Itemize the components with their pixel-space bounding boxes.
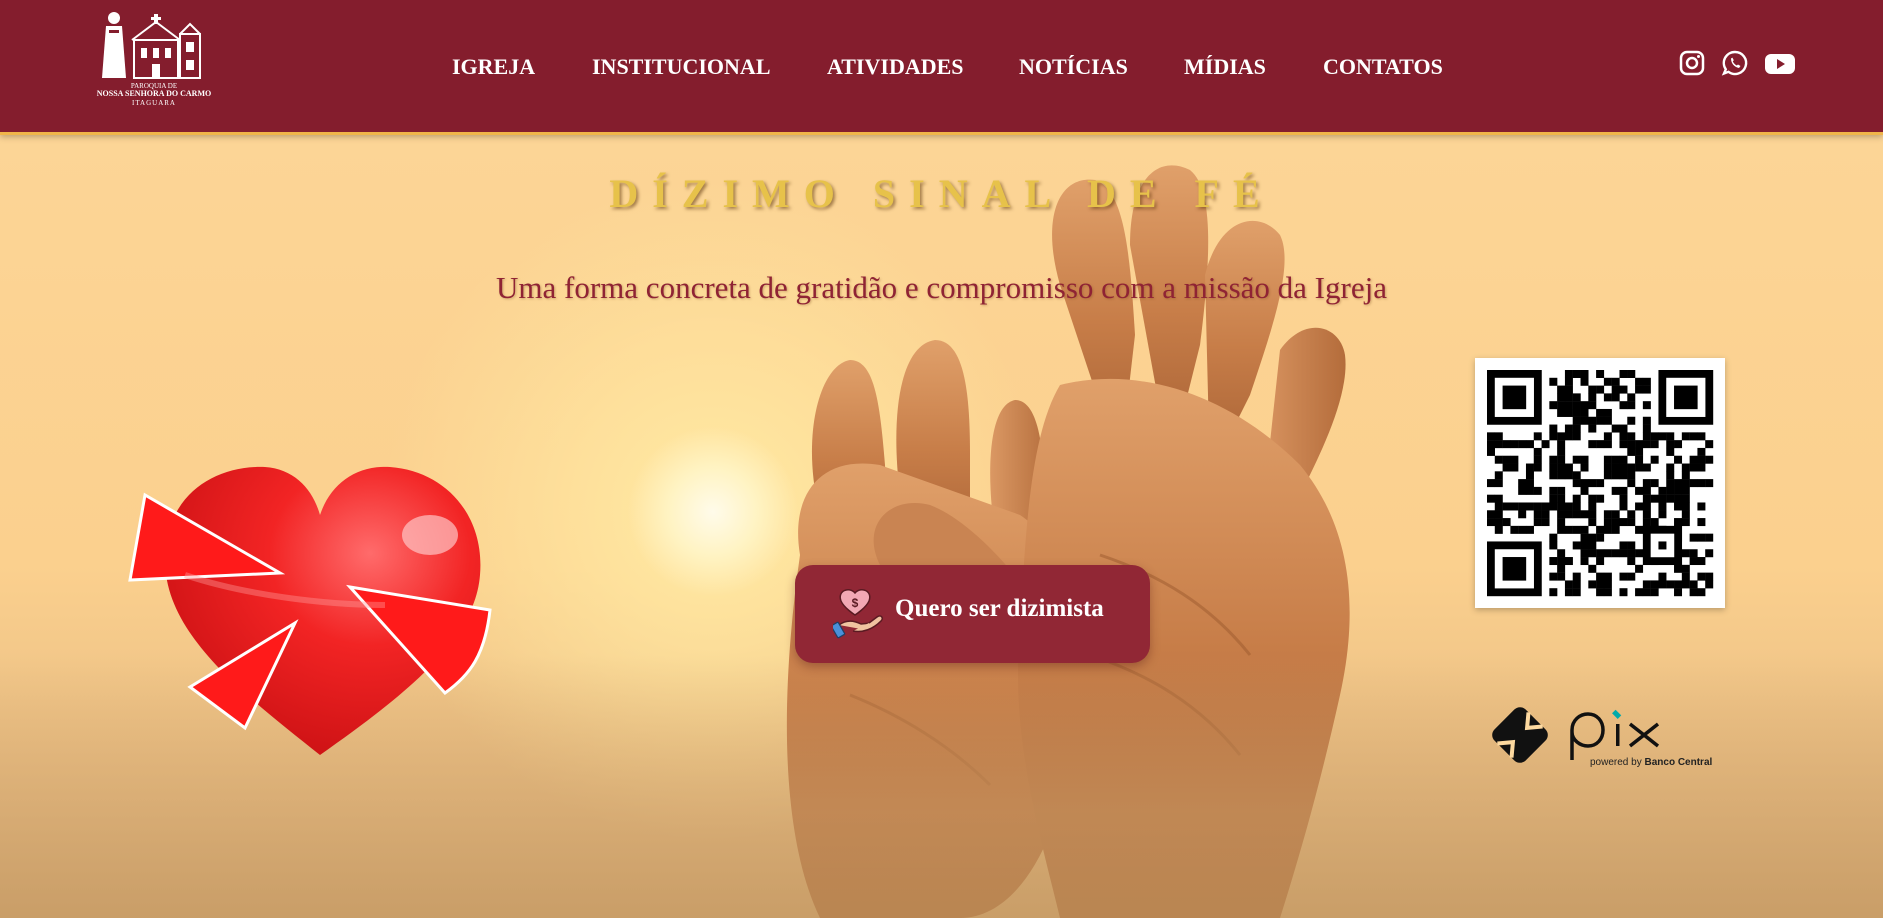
become-tither-button[interactable]: $ Quero ser dizimista: [795, 565, 1150, 663]
heart-illustration: [125, 455, 495, 765]
pix-caption: powered by Banco Central: [1590, 757, 1712, 768]
nav-item-igreja[interactable]: IGREJA: [452, 50, 535, 84]
hero-subtitle: Uma forma concreta de gratidão e comprom…: [496, 270, 1387, 305]
nav-item-midias[interactable]: MÍDIAS: [1184, 50, 1266, 84]
cta-label: Quero ser dizimista: [895, 595, 1104, 622]
nav-item-contatos[interactable]: CONTATOS: [1323, 50, 1443, 84]
whatsapp-icon[interactable]: [1721, 49, 1749, 77]
svg-text:$: $: [852, 596, 859, 610]
logo-line-2: NOSSA SENHORA DO CARMO: [96, 89, 212, 98]
pix-caption-brand: Banco Central: [1644, 757, 1713, 768]
instagram-icon[interactable]: [1678, 49, 1706, 77]
hero-title: DÍZIMO SINAL DE FÉ: [609, 171, 1274, 216]
site-header: PAROQUIA DE NOSSA SENHORA DO CARMO ITAGU…: [0, 0, 1883, 135]
nav-item-institucional[interactable]: INSTITUCIONAL: [592, 50, 771, 84]
donation-hand-icon: $: [830, 587, 885, 639]
logo-line-3: ITAGUARA: [132, 99, 176, 107]
pix-caption-prefix: powered by: [1590, 757, 1642, 768]
parish-logo[interactable]: PAROQUIA DE NOSSA SENHORA DO CARMO ITAGU…: [96, 8, 212, 110]
nav-item-noticias[interactable]: NOTÍCIAS: [1019, 50, 1128, 84]
nav-item-atividades[interactable]: ATIVIDADES: [827, 50, 964, 84]
youtube-icon[interactable]: [1764, 49, 1796, 77]
pix-qr-code: [1475, 358, 1725, 608]
